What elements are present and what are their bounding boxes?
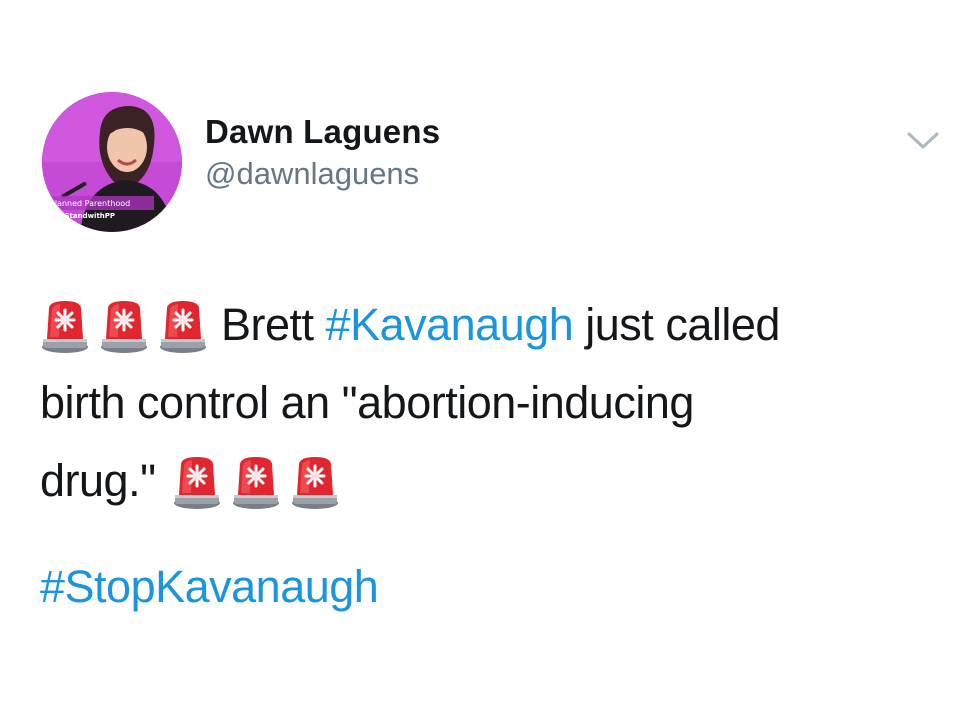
police-car-light-icon: [40, 298, 90, 354]
tweet-line-3: drug.": [40, 442, 950, 520]
police-car-light-icon: [231, 454, 281, 510]
avatar[interactable]: Planned Parenthood #IStandwithPP: [42, 92, 182, 232]
user-handle[interactable]: @dawnlaguens: [205, 154, 440, 194]
tweet-text-segment: Brett: [221, 299, 326, 350]
footer-hashtag-line: #StopKavanaugh: [40, 548, 379, 626]
emoji-group-start: [40, 286, 217, 364]
police-car-light-icon: [172, 454, 222, 510]
tweet-card: Planned Parenthood #IStandwithPP Dawn La…: [0, 0, 980, 723]
avatar-photo: Planned Parenthood #IStandwithPP: [42, 92, 182, 232]
police-car-light-icon: [290, 454, 340, 510]
hashtag-link[interactable]: #Kavanaugh: [326, 299, 574, 350]
avatar-caption-2: #IStandwithPP: [56, 212, 115, 220]
tweet-line-2: birth control an "abortion-inducing: [40, 377, 694, 428]
tweet-text-segment: just called: [573, 299, 780, 350]
chevron-down-icon: [907, 132, 939, 149]
police-car-light-icon: [158, 298, 208, 354]
tweet-line-1: Brett #Kavanaugh just called: [40, 286, 950, 364]
emoji-group-end: [172, 442, 349, 520]
tweet-text-segment: drug.": [40, 455, 156, 506]
author-block: Dawn Laguens @dawnlaguens: [205, 112, 440, 194]
hashtag-link[interactable]: #StopKavanaugh: [40, 561, 379, 612]
police-car-light-icon: [99, 298, 149, 354]
display-name[interactable]: Dawn Laguens: [205, 112, 440, 152]
tweet-menu-button[interactable]: [903, 126, 943, 154]
avatar-caption-1: Planned Parenthood: [50, 199, 130, 208]
tweet-text: Brett #Kavanaugh just called birth contr…: [40, 286, 950, 520]
